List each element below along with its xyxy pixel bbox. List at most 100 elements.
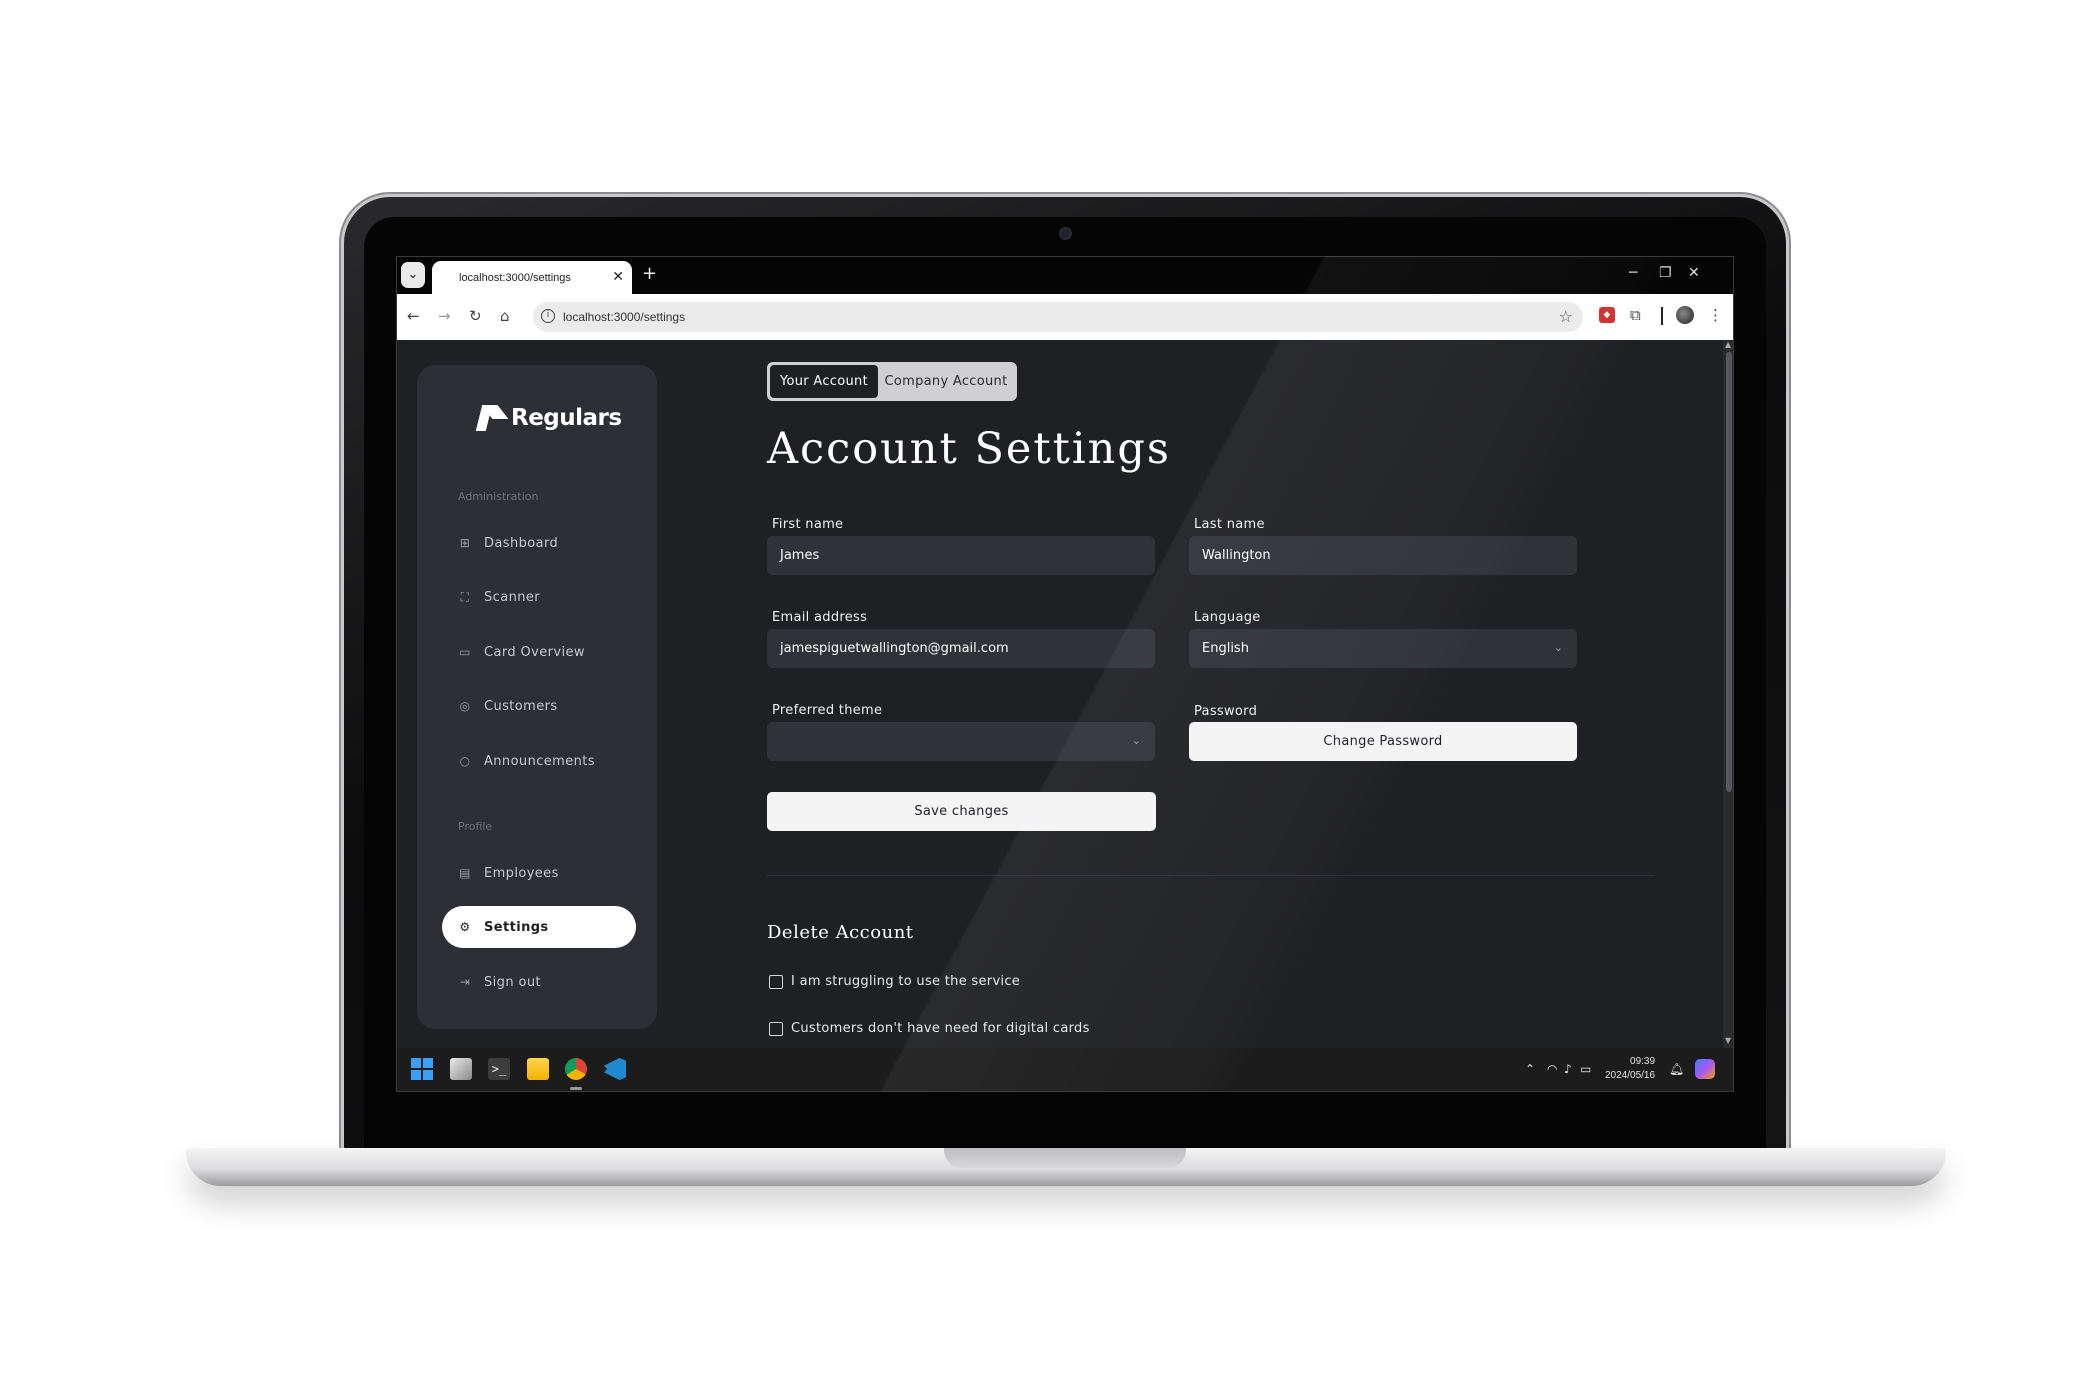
theme-label: Preferred theme — [772, 703, 883, 718]
theme-select[interactable]: ⌄ — [767, 722, 1155, 761]
sidebar-item-dashboard[interactable]: ⊞ Dashboard — [442, 522, 636, 564]
brand-name: Regulars — [511, 405, 622, 431]
address-url: localhost:3000/settings — [563, 310, 686, 324]
sidebar-item-announcements[interactable]: ○ Announcements — [442, 740, 636, 782]
save-changes-button[interactable]: Save changes — [767, 792, 1156, 831]
delete-reason-row[interactable]: Customers don't have need for digital ca… — [769, 1021, 1090, 1036]
wifi-icon[interactable]: ◠ — [1547, 1062, 1557, 1076]
brand-logo[interactable]: Regulars — [475, 403, 622, 433]
task-view-icon[interactable] — [450, 1058, 472, 1080]
webcam-icon — [1061, 229, 1070, 238]
page-title: Account Settings — [767, 424, 1171, 474]
active-app-indicator — [570, 1087, 582, 1090]
last-name-value: Wallington — [1202, 548, 1271, 563]
last-name-field[interactable]: Wallington — [1189, 536, 1577, 575]
sidebar-section-profile: Profile — [458, 820, 493, 833]
email-field[interactable]: jamespiguetwallington@gmail.com — [767, 629, 1155, 668]
browser-toolbar: ← → ↻ ⌂ i localhost:3000/settings ☆ ◆ ⧉ … — [397, 294, 1733, 340]
tab-company-account[interactable]: Company Account — [878, 365, 1014, 398]
vscode-icon[interactable] — [604, 1058, 626, 1080]
sidebar-item-label: Announcements — [484, 753, 595, 769]
sidebar-item-label: Scanner — [484, 589, 540, 605]
toolbar-divider — [1661, 307, 1663, 325]
reload-icon[interactable]: ↻ — [469, 307, 482, 325]
delete-reason-checkbox[interactable] — [769, 974, 783, 989]
screen: ⌄ localhost:3000/settings ✕ + ─ ❐ ✕ ← → … — [396, 256, 1734, 1092]
sidebar-item-label: Sign out — [484, 974, 541, 990]
clock-date: 2024/05/16 — [1605, 1070, 1656, 1081]
chevron-down-icon: ⌄ — [1131, 734, 1141, 747]
bookmark-star-icon[interactable]: ☆ — [1559, 307, 1573, 326]
sidebar: Regulars Administration ⊞ Dashboard ⛶ Sc… — [417, 365, 657, 1029]
profile-avatar-icon[interactable] — [1676, 306, 1694, 324]
page-scrollbar[interactable]: ▲ ▼ — [1723, 340, 1733, 1048]
language-select[interactable]: English ⌄ — [1189, 629, 1577, 668]
scroll-thumb[interactable] — [1726, 352, 1732, 792]
laptop-notch — [944, 1148, 1186, 1168]
sidebar-item-settings[interactable]: ⚙ Settings — [442, 906, 636, 948]
os-taskbar: >_ ⌃ ◠ ♪ ▭ 09:39 2024/05/16 🔔︎ — [397, 1048, 1733, 1091]
last-name-label: Last name — [1194, 517, 1265, 532]
sidebar-item-label: Customers — [484, 698, 558, 714]
address-bar[interactable]: i localhost:3000/settings ☆ — [533, 302, 1583, 332]
tab-title: localhost:3000/settings — [459, 272, 571, 284]
delete-reason-checkbox[interactable] — [769, 1021, 783, 1036]
new-tab-button[interactable]: + — [642, 263, 657, 284]
close-window-button[interactable]: ✕ — [1688, 265, 1700, 281]
browser-tab-bar: ⌄ localhost:3000/settings ✕ + ─ ❐ ✕ — [397, 257, 1733, 294]
chevron-down-icon: ⌄ — [1553, 641, 1563, 654]
site-info-icon[interactable]: i — [541, 309, 555, 323]
email-label: Email address — [772, 610, 868, 625]
first-name-value: James — [780, 548, 820, 563]
sidebar-item-card-overview[interactable]: ▭ Card Overview — [442, 631, 636, 673]
windows-start-icon[interactable] — [411, 1058, 433, 1080]
back-arrow-icon[interactable]: ← — [407, 307, 420, 325]
first-name-label: First name — [772, 517, 844, 532]
sidebar-item-employees[interactable]: ▤ Employees — [442, 852, 636, 894]
language-label: Language — [1194, 610, 1261, 625]
delete-reason-label: I am struggling to use the service — [791, 974, 1021, 989]
copilot-icon[interactable] — [1695, 1059, 1715, 1079]
terminal-icon[interactable]: >_ — [488, 1058, 510, 1080]
password-label: Password — [1194, 704, 1258, 719]
delete-reason-row[interactable]: I am struggling to use the service — [769, 974, 1020, 989]
scroll-down-icon[interactable]: ▼ — [1725, 1036, 1731, 1045]
minimize-button[interactable]: ─ — [1629, 265, 1637, 281]
extensions-puzzle-icon[interactable]: ⧉ — [1630, 306, 1641, 324]
scroll-up-icon[interactable]: ▲ — [1725, 340, 1731, 349]
notification-bell-icon[interactable]: 🔔︎ — [1669, 1062, 1684, 1076]
home-icon[interactable]: ⌂ — [500, 307, 510, 325]
tray-chevron-up-icon[interactable]: ⌃ — [1525, 1062, 1535, 1076]
chrome-icon[interactable] — [565, 1058, 587, 1080]
system-clock[interactable]: 09:39 2024/05/16 — [1605, 1055, 1655, 1083]
browser-tab[interactable]: localhost:3000/settings ✕ — [432, 261, 632, 294]
battery-icon[interactable]: ▭ — [1580, 1062, 1591, 1076]
first-name-field[interactable]: James — [767, 536, 1155, 575]
tab-close-icon[interactable]: ✕ — [612, 269, 624, 285]
change-password-button[interactable]: Change Password — [1189, 722, 1577, 761]
extension-icon[interactable]: ◆ — [1599, 307, 1615, 323]
sidebar-item-label: Card Overview — [484, 644, 585, 660]
volume-icon[interactable]: ♪ — [1564, 1062, 1572, 1076]
tab-search-button[interactable]: ⌄ — [401, 262, 425, 288]
sidebar-item-sign-out[interactable]: ⇥ Sign out — [442, 961, 636, 1003]
gear-icon: ⚙ — [459, 920, 471, 934]
user-circle-icon: ◎ — [459, 699, 471, 713]
sidebar-item-label: Employees — [484, 865, 559, 881]
sidebar-item-label: Settings — [484, 919, 549, 935]
chat-bubble-icon: ○ — [459, 754, 471, 768]
grid-icon: ⊞ — [459, 536, 471, 550]
clock-time: 09:39 — [1630, 1056, 1656, 1067]
sidebar-item-customers[interactable]: ◎ Customers — [442, 685, 636, 727]
card-icon: ▭ — [459, 645, 471, 659]
forward-arrow-icon[interactable]: → — [438, 307, 451, 325]
regulars-logo-icon — [475, 403, 505, 433]
restore-button[interactable]: ❐ — [1659, 265, 1672, 281]
scan-icon: ⛶ — [460, 590, 470, 604]
sidebar-item-scanner[interactable]: ⛶ Scanner — [442, 576, 636, 618]
delete-reason-label: Customers don't have need for digital ca… — [791, 1021, 1090, 1036]
app-page: Regulars Administration ⊞ Dashboard ⛶ Sc… — [397, 340, 1723, 1048]
file-explorer-icon[interactable] — [527, 1058, 549, 1080]
tab-your-account[interactable]: Your Account — [770, 365, 878, 398]
more-menu-icon[interactable]: ⋮ — [1708, 306, 1723, 324]
